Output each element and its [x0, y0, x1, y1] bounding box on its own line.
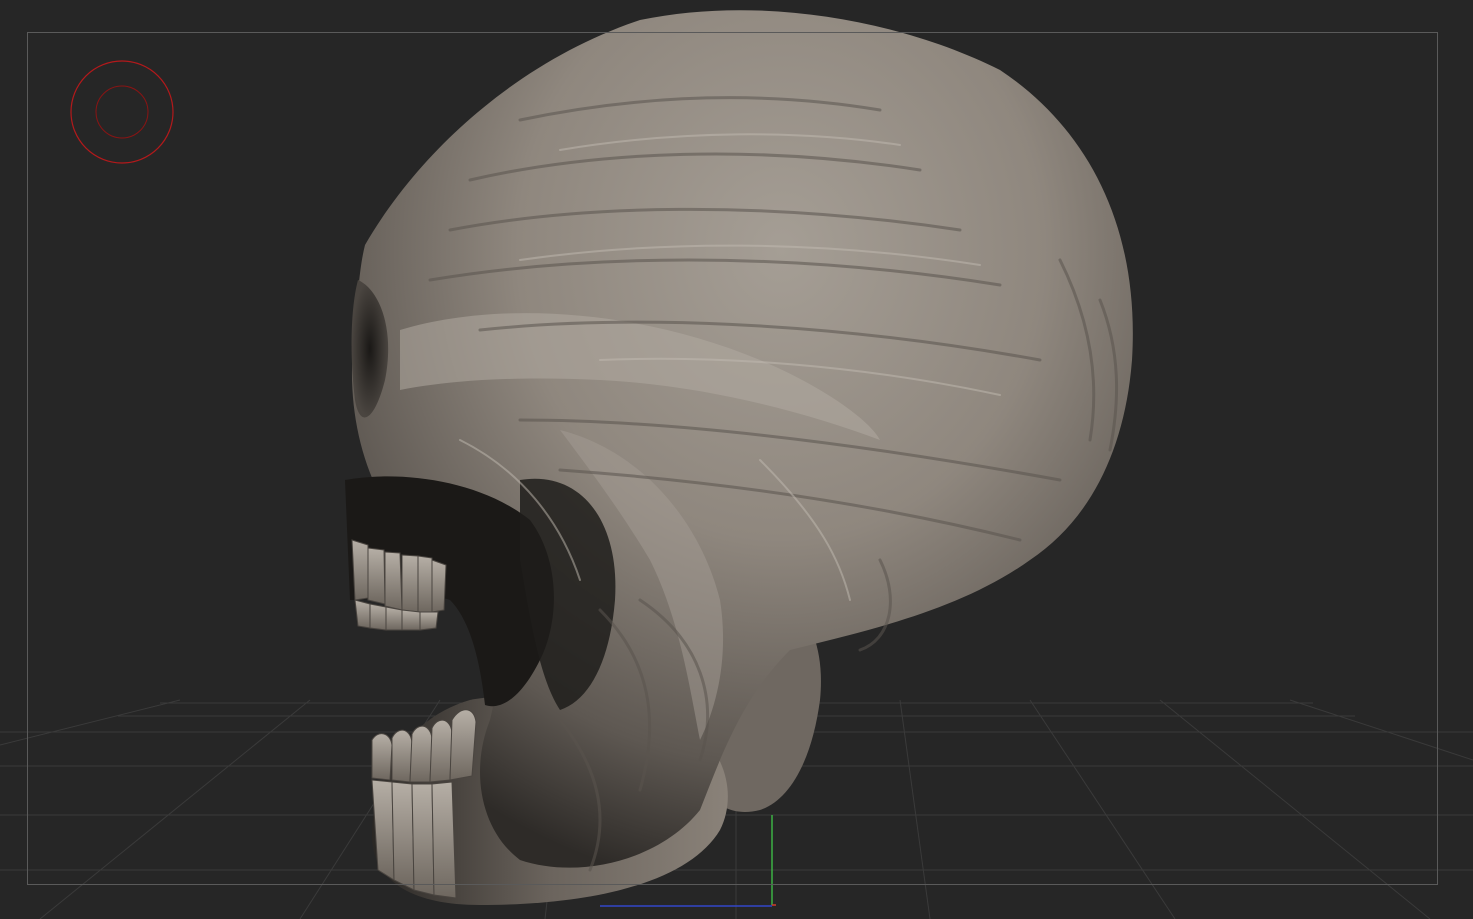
brush-outer-ring	[70, 60, 174, 164]
brush-inner-ring	[95, 85, 149, 139]
3d-viewport[interactable]	[0, 0, 1473, 919]
brush-circle-icon	[70, 60, 174, 164]
viewport-scene[interactable]	[0, 0, 1473, 919]
skull-model	[345, 10, 1133, 905]
